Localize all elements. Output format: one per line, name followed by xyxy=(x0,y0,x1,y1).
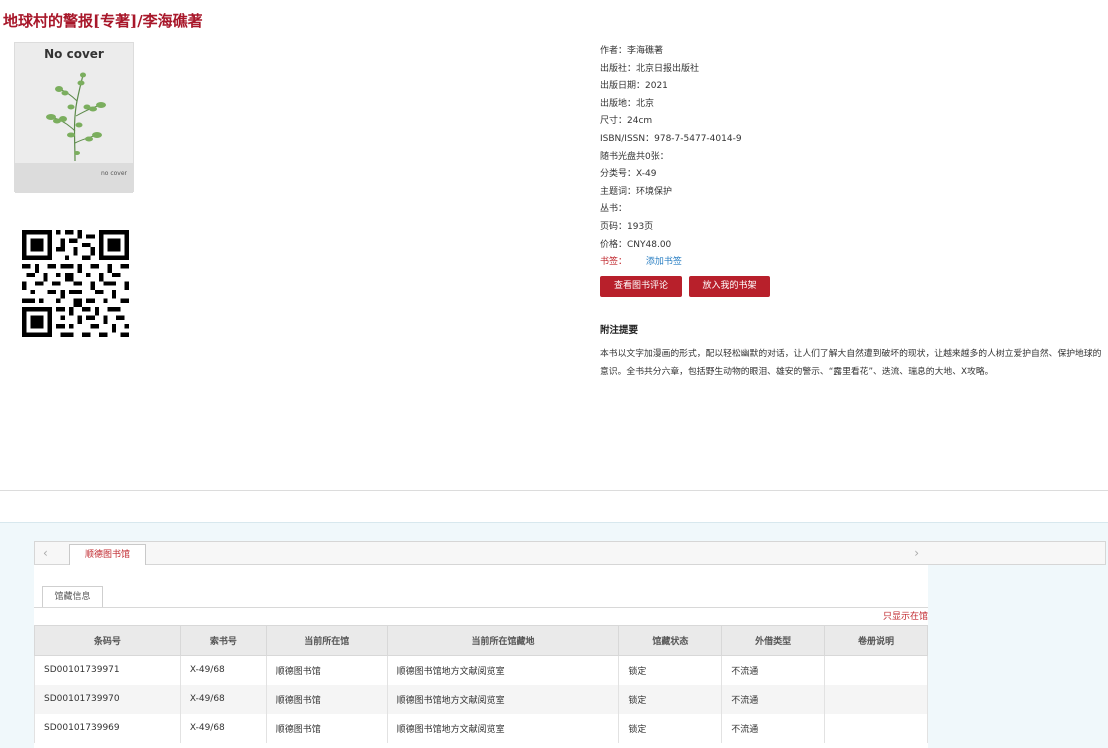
subtab-underline xyxy=(34,607,928,608)
info-pub-date: 出版日期：2021 xyxy=(600,81,668,92)
cell-barcode: SD00101739971 xyxy=(34,655,181,685)
table-row: SD00101739970 X-49/68 顺德图书馆 顺德图书馆地方文献阅览室… xyxy=(34,684,928,714)
cell-loan-type: 不流通 xyxy=(721,684,826,714)
info-cd-count: 随书光盘共0张： xyxy=(600,151,669,162)
only-available-link[interactable]: 只显示在馆 xyxy=(883,609,928,622)
cell-location: 顺德图书馆地方文献阅览室 xyxy=(386,684,620,714)
cell-barcode: SD00101739970 xyxy=(34,684,181,714)
library-tab-bar: ‹ 顺德图书馆 › xyxy=(34,541,1106,565)
info-isbn: ISBN/ISSN：978-7-5477-4014-9 xyxy=(600,133,742,144)
column-current-location: 当前所在馆藏地 xyxy=(386,625,620,656)
cover-small-label: no cover xyxy=(100,170,127,177)
cell-barcode: SD00101739969 xyxy=(34,713,181,743)
info-pub-place: 出版地：北京 xyxy=(600,98,655,109)
tab-shunde-library[interactable]: 顺德图书馆 xyxy=(69,544,146,565)
cell-volume-note xyxy=(824,684,928,714)
cell-call-number: X-49/68 xyxy=(179,684,267,714)
cell-library: 顺德图书馆 xyxy=(265,684,388,714)
column-current-library: 当前所在馆 xyxy=(265,625,388,656)
info-class-number: 分类号：X-49 xyxy=(600,169,657,180)
cover-bottom-band xyxy=(15,163,133,193)
holdings-panel: 馆藏信息 只显示在馆 条码号 索书号 当前所在馆 当前所在馆藏地 馆藏状态 外借… xyxy=(34,565,928,748)
tab-holdings-info[interactable]: 馆藏信息 xyxy=(42,586,103,608)
cell-status: 锁定 xyxy=(618,713,723,743)
column-volume-note: 卷册说明 xyxy=(824,625,928,656)
column-barcode: 条码号 xyxy=(34,625,181,656)
column-status: 馆藏状态 xyxy=(618,625,723,656)
bookmark-label: 书签： xyxy=(600,257,628,268)
info-publisher: 出版社：北京日报出版社 xyxy=(600,63,700,74)
cell-call-number: X-49/68 xyxy=(179,655,267,685)
book-cover-image: No cover no cover xyxy=(14,42,134,193)
table-row: SD00101739971 X-49/68 顺德图书馆 顺德图书馆地方文献阅览室… xyxy=(34,655,928,685)
info-size: 尺寸：24cm xyxy=(600,116,653,127)
info-series: 丛书： xyxy=(600,204,628,215)
add-bookmark-link[interactable]: 添加书签 xyxy=(646,257,682,267)
tab-scroll-right-icon[interactable]: › xyxy=(914,546,919,560)
cell-status: 锁定 xyxy=(618,655,723,685)
cell-library: 顺德图书馆 xyxy=(265,713,388,743)
cell-call-number: X-49/68 xyxy=(179,713,267,743)
cell-location: 顺德图书馆地方文献阅览室 xyxy=(386,655,620,685)
abstract-heading: 附注提要 xyxy=(600,325,639,336)
info-author: 作者：李海礁著 xyxy=(600,46,664,56)
plant-illustration xyxy=(46,72,106,162)
bookmark-row: 书签： 添加书签 xyxy=(600,254,1100,272)
cell-loan-type: 不流通 xyxy=(721,655,826,685)
view-reviews-button[interactable]: 查看图书评论 xyxy=(600,276,682,297)
info-price: 价格：CNY48.00 xyxy=(600,239,672,250)
cover-label: No cover xyxy=(44,47,104,61)
info-pages: 页码：193页 xyxy=(600,221,654,232)
column-loan-type: 外借类型 xyxy=(721,625,826,656)
cell-loan-type: 不流通 xyxy=(721,713,826,743)
book-info-list: 作者：李海礁著 出版社：北京日报出版社 出版日期：2021 出版地：北京 尺寸：… xyxy=(600,43,1100,272)
section-divider xyxy=(0,490,1108,491)
book-title: 地球村的警报[专著]/李海礁著 xyxy=(3,12,203,30)
cell-volume-note xyxy=(824,713,928,743)
info-subject: 主题词：环境保护 xyxy=(600,186,673,197)
cell-location: 顺德图书馆地方文献阅览室 xyxy=(386,713,620,743)
abstract-text: 本书以文字加漫画的形式，配以轻松幽默的对话，让人们了解大自然遭到破坏的现状，让越… xyxy=(600,349,1102,377)
table-header-row: 条码号 索书号 当前所在馆 当前所在馆藏地 馆藏状态 外借类型 卷册说明 xyxy=(34,625,928,656)
cell-library: 顺德图书馆 xyxy=(265,655,388,685)
column-call-number: 索书号 xyxy=(179,625,267,656)
qr-code xyxy=(22,230,129,337)
cell-status: 锁定 xyxy=(618,684,723,714)
tab-scroll-left-icon[interactable]: ‹ xyxy=(43,546,48,560)
add-to-shelf-button[interactable]: 放入我的书架 xyxy=(689,276,770,297)
cell-volume-note xyxy=(824,655,928,685)
table-row: SD00101739969 X-49/68 顺德图书馆 顺德图书馆地方文献阅览室… xyxy=(34,713,928,743)
holdings-table: 条码号 索书号 当前所在馆 当前所在馆藏地 馆藏状态 外借类型 卷册说明 SD0… xyxy=(34,625,928,743)
